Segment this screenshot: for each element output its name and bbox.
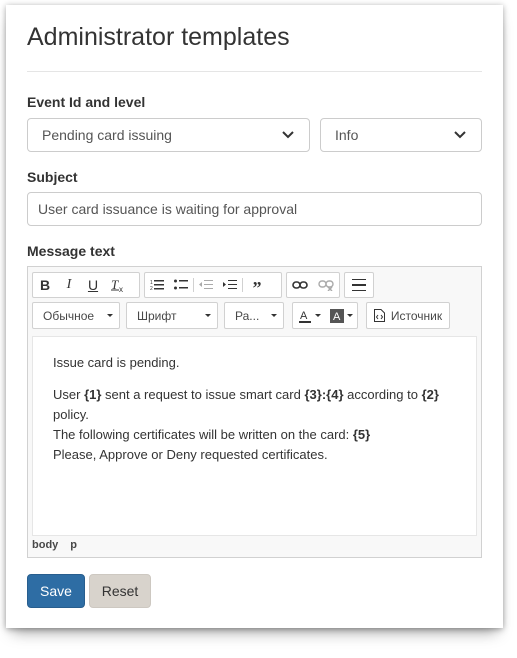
event-label: Event Id and level: [27, 94, 146, 110]
page-title: Administrator templates: [27, 23, 290, 51]
size-combo-label: Ра...: [235, 308, 260, 323]
message-line-2: User {1} sent a request to issue smart c…: [53, 387, 439, 422]
font-combo-label: Шрифт: [137, 308, 177, 323]
svg-text:x: x: [119, 285, 123, 293]
blockquote-icon[interactable]: ”: [243, 273, 271, 298]
templates-card: Administrator templates Event Id and lev…: [6, 5, 503, 628]
text-color-icon[interactable]: A: [293, 304, 325, 328]
format-combo-label: Обычное: [43, 308, 95, 323]
bold-icon[interactable]: B: [33, 273, 57, 297]
title-divider: [27, 71, 482, 72]
message-line-4: Please, Approve or Deny requested certif…: [53, 447, 328, 462]
toolbar-paragraph: 1 2 ”: [144, 272, 282, 298]
path-item[interactable]: p: [70, 539, 77, 551]
toolbar-insert: [344, 272, 374, 298]
underline-icon[interactable]: U: [81, 273, 105, 297]
level-select-value: Info: [335, 127, 359, 143]
toolbar-basic-styles: B I U T x: [32, 272, 140, 298]
path-item[interactable]: body: [32, 539, 58, 551]
toolbar-links: [286, 272, 340, 298]
caret-down-icon: [205, 314, 211, 317]
link-icon[interactable]: [287, 273, 313, 297]
svg-text:A: A: [333, 311, 341, 323]
rich-text-editor: B I U T x 1 2 ” Обычное Шрифт Ра... A A …: [27, 266, 482, 558]
source-button[interactable]: Источник: [366, 302, 450, 329]
level-select[interactable]: Info: [320, 118, 482, 152]
reset-button[interactable]: Reset: [89, 574, 151, 608]
format-combo[interactable]: Обычное: [32, 302, 120, 329]
message-line-1: Issue card is pending.: [53, 355, 180, 370]
font-combo[interactable]: Шрифт: [126, 302, 218, 329]
svg-text:2: 2: [150, 286, 153, 291]
numbered-list-icon[interactable]: 1 2: [145, 273, 169, 297]
caret-down-icon: [271, 314, 277, 317]
caret-down-icon: [107, 314, 113, 317]
remove-format-icon[interactable]: T x: [105, 273, 131, 297]
editor-content[interactable]: Issue card is pending. User {1} sent a r…: [32, 336, 477, 536]
event-select[interactable]: Pending card issuing: [27, 118, 310, 152]
unlink-icon[interactable]: [313, 273, 339, 297]
source-icon: [373, 309, 385, 322]
event-select-value: Pending card issuing: [42, 127, 172, 143]
bulleted-list-icon[interactable]: [169, 273, 193, 297]
indent-icon[interactable]: [218, 273, 242, 297]
element-path: body p: [32, 539, 77, 551]
source-label: Источник: [390, 308, 443, 323]
size-combo[interactable]: Ра...: [224, 302, 284, 329]
background-color-icon[interactable]: A: [325, 304, 357, 328]
outdent-icon[interactable]: [194, 273, 218, 297]
subject-input[interactable]: User card issuance is waiting for approv…: [27, 192, 482, 226]
chevron-down-icon: [281, 128, 295, 142]
message-line-3: The following certificates will be writt…: [53, 427, 371, 442]
save-button[interactable]: Save: [27, 574, 85, 608]
italic-icon[interactable]: I: [57, 273, 81, 297]
message-label: Message text: [27, 243, 115, 259]
svg-text:A: A: [300, 310, 308, 322]
subject-label: Subject: [27, 169, 78, 185]
toolbar-colors: A A: [292, 302, 358, 329]
horizontal-rule-icon[interactable]: [345, 273, 373, 297]
chevron-down-icon: [453, 128, 467, 142]
